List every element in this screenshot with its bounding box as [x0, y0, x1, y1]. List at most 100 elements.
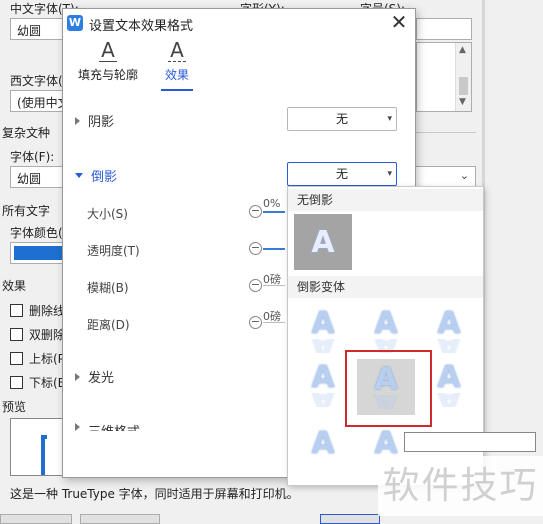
decrease-blur-icon[interactable]: − — [249, 279, 262, 292]
dialog-button[interactable] — [80, 514, 160, 524]
font-color-picker[interactable] — [10, 242, 70, 264]
complex-script-label: 复杂文种 — [2, 126, 51, 140]
text-effects-icon: A — [161, 39, 193, 62]
preset-glyph: A — [374, 306, 398, 341]
panel-title: 设置文本效果格式 — [89, 19, 194, 34]
reflection-blur-label: 模糊(B) — [87, 281, 129, 295]
active-tab-indicator — [161, 89, 193, 91]
reflection-glyph: A — [437, 339, 460, 353]
reflection-distance-label: 距离(D) — [87, 318, 130, 332]
reflection-variant-option[interactable]: AA — [294, 357, 352, 413]
decrease-transparency-icon[interactable]: − — [249, 242, 262, 255]
reflection-transparency-slider[interactable] — [263, 248, 285, 250]
section-label: 倒影 — [91, 170, 118, 185]
checkbox-label: 下标(B — [29, 376, 66, 390]
reflection-variants-header: 倒影变体 — [288, 276, 483, 298]
reflection-transparency-label: 透明度(T) — [87, 244, 140, 258]
reflection-blur-slider[interactable] — [263, 285, 285, 286]
preset-glyph: A — [311, 306, 335, 341]
selection-highlight-box — [345, 350, 432, 427]
section-label: 发光 — [88, 371, 115, 386]
strikethrough-checkbox[interactable]: 删除线 — [10, 302, 65, 319]
font-size-list[interactable]: ▲ ▼ — [416, 42, 472, 112]
no-reflection-option[interactable]: A — [294, 214, 352, 270]
dialog-button[interactable] — [0, 514, 72, 524]
decrease-distance-icon[interactable]: − — [249, 316, 262, 329]
double-strikethrough-checkbox[interactable]: 双删除 — [10, 326, 65, 343]
complex-font-input[interactable]: 幼圆 — [10, 166, 70, 188]
dropdown-arrow-icon: ▾ — [387, 114, 392, 124]
text-fill-outline-icon: A — [77, 39, 139, 62]
no-reflection-header: 无倒影 — [288, 189, 483, 211]
scroll-thumb[interactable] — [459, 77, 468, 95]
section-label: 阴影 — [88, 115, 115, 130]
font-size-input[interactable] — [416, 18, 472, 40]
dropdown-arrow-icon: ▾ — [387, 169, 392, 179]
decrease-size-icon[interactable]: − — [249, 205, 262, 218]
font-label: 字体(F): — [10, 150, 55, 164]
select-value: 无 — [335, 112, 348, 126]
scroll-up-icon[interactable]: ▲ — [459, 45, 466, 55]
reflection-size-value[interactable]: 0% — [263, 197, 280, 210]
subscript-checkbox[interactable]: 下标(B — [10, 374, 66, 391]
collapse-triangle-icon — [75, 173, 83, 178]
preset-glyph: A — [311, 360, 335, 395]
tab-label: 效果 — [164, 68, 189, 82]
font-size-scrollbar[interactable]: ▲ ▼ — [455, 43, 471, 111]
preset-glyph: A — [311, 425, 335, 461]
reflection-preset-select[interactable]: 无 ▾ — [287, 162, 397, 186]
tab-fill-outline[interactable]: A 填充与轮廓 — [77, 39, 139, 91]
shadow-section-header[interactable]: 阴影 — [75, 111, 114, 130]
site-watermark: 软件技巧 — [378, 456, 543, 516]
reflection-glyph: A — [311, 339, 334, 353]
preview-label: 预览 — [2, 400, 27, 414]
preview-glyph — [41, 435, 47, 475]
preview-box — [10, 418, 66, 476]
checkbox-label: 删除线 — [29, 304, 66, 318]
checkbox-box[interactable] — [10, 352, 23, 365]
western-font-input[interactable]: (使用中文 — [10, 90, 70, 112]
tab-label: 填充与轮廓 — [77, 68, 138, 82]
font-color-label: 字体颜色( — [10, 226, 63, 240]
font-color-swatch — [14, 246, 66, 260]
reflection-variant-option[interactable]: A — [294, 423, 352, 463]
wps-logo-icon: W — [67, 15, 83, 31]
checkbox-box[interactable] — [10, 304, 23, 317]
preset-glyph: A — [437, 306, 461, 341]
shadow-preset-select[interactable]: 无 ▾ — [287, 107, 397, 131]
preset-glyph: A — [311, 224, 335, 260]
checkbox-label: 双删除 — [29, 328, 66, 342]
panel-titlebar: W 设置文本效果格式 ✕ — [63, 9, 415, 37]
reflection-size-label: 大小(S) — [87, 207, 128, 221]
expand-triangle-icon — [75, 116, 80, 125]
glow-section-header[interactable]: 发光 — [75, 367, 114, 386]
section-label: 三维格式 — [88, 421, 140, 431]
reflection-glyph: A — [311, 393, 334, 407]
reflection-distance-slider[interactable] — [263, 322, 285, 323]
chinese-font-input[interactable]: 幼圆 — [10, 18, 70, 40]
scroll-down-icon[interactable]: ▼ — [459, 97, 466, 107]
select-value: 无 — [335, 167, 348, 181]
reflection-section-header[interactable]: 倒影 — [75, 166, 117, 185]
preset-glyph: A — [437, 360, 461, 395]
3d-format-section-header[interactable]: 三维格式 — [75, 421, 140, 431]
close-icon[interactable]: ✕ — [389, 11, 409, 33]
reflection-glyph: A — [437, 393, 460, 407]
checkbox-box[interactable] — [10, 376, 23, 389]
group-divider — [416, 132, 476, 133]
all-text-label: 所有文字 — [2, 204, 51, 218]
tab-effects[interactable]: A 效果 — [161, 39, 193, 91]
western-font-label: 西文字体( — [10, 74, 63, 88]
superscript-checkbox[interactable]: 上标(P — [10, 350, 65, 367]
checkbox-label: 上标(P — [29, 352, 65, 366]
reflection-size-slider[interactable] — [263, 211, 285, 213]
font-status-text: 这是一种 TrueType 字体，同时适用于屏幕和打印机。 — [10, 487, 299, 501]
checkbox-box[interactable] — [10, 328, 23, 341]
expand-triangle-icon — [75, 372, 80, 381]
preset-tooltip — [404, 432, 536, 452]
chevron-down-icon: ⌄ — [459, 169, 469, 182]
reflection-variant-option[interactable]: AA — [294, 303, 352, 359]
effects-label: 效果 — [2, 279, 27, 293]
ok-button[interactable] — [320, 514, 380, 524]
expand-triangle-icon — [75, 423, 80, 431]
